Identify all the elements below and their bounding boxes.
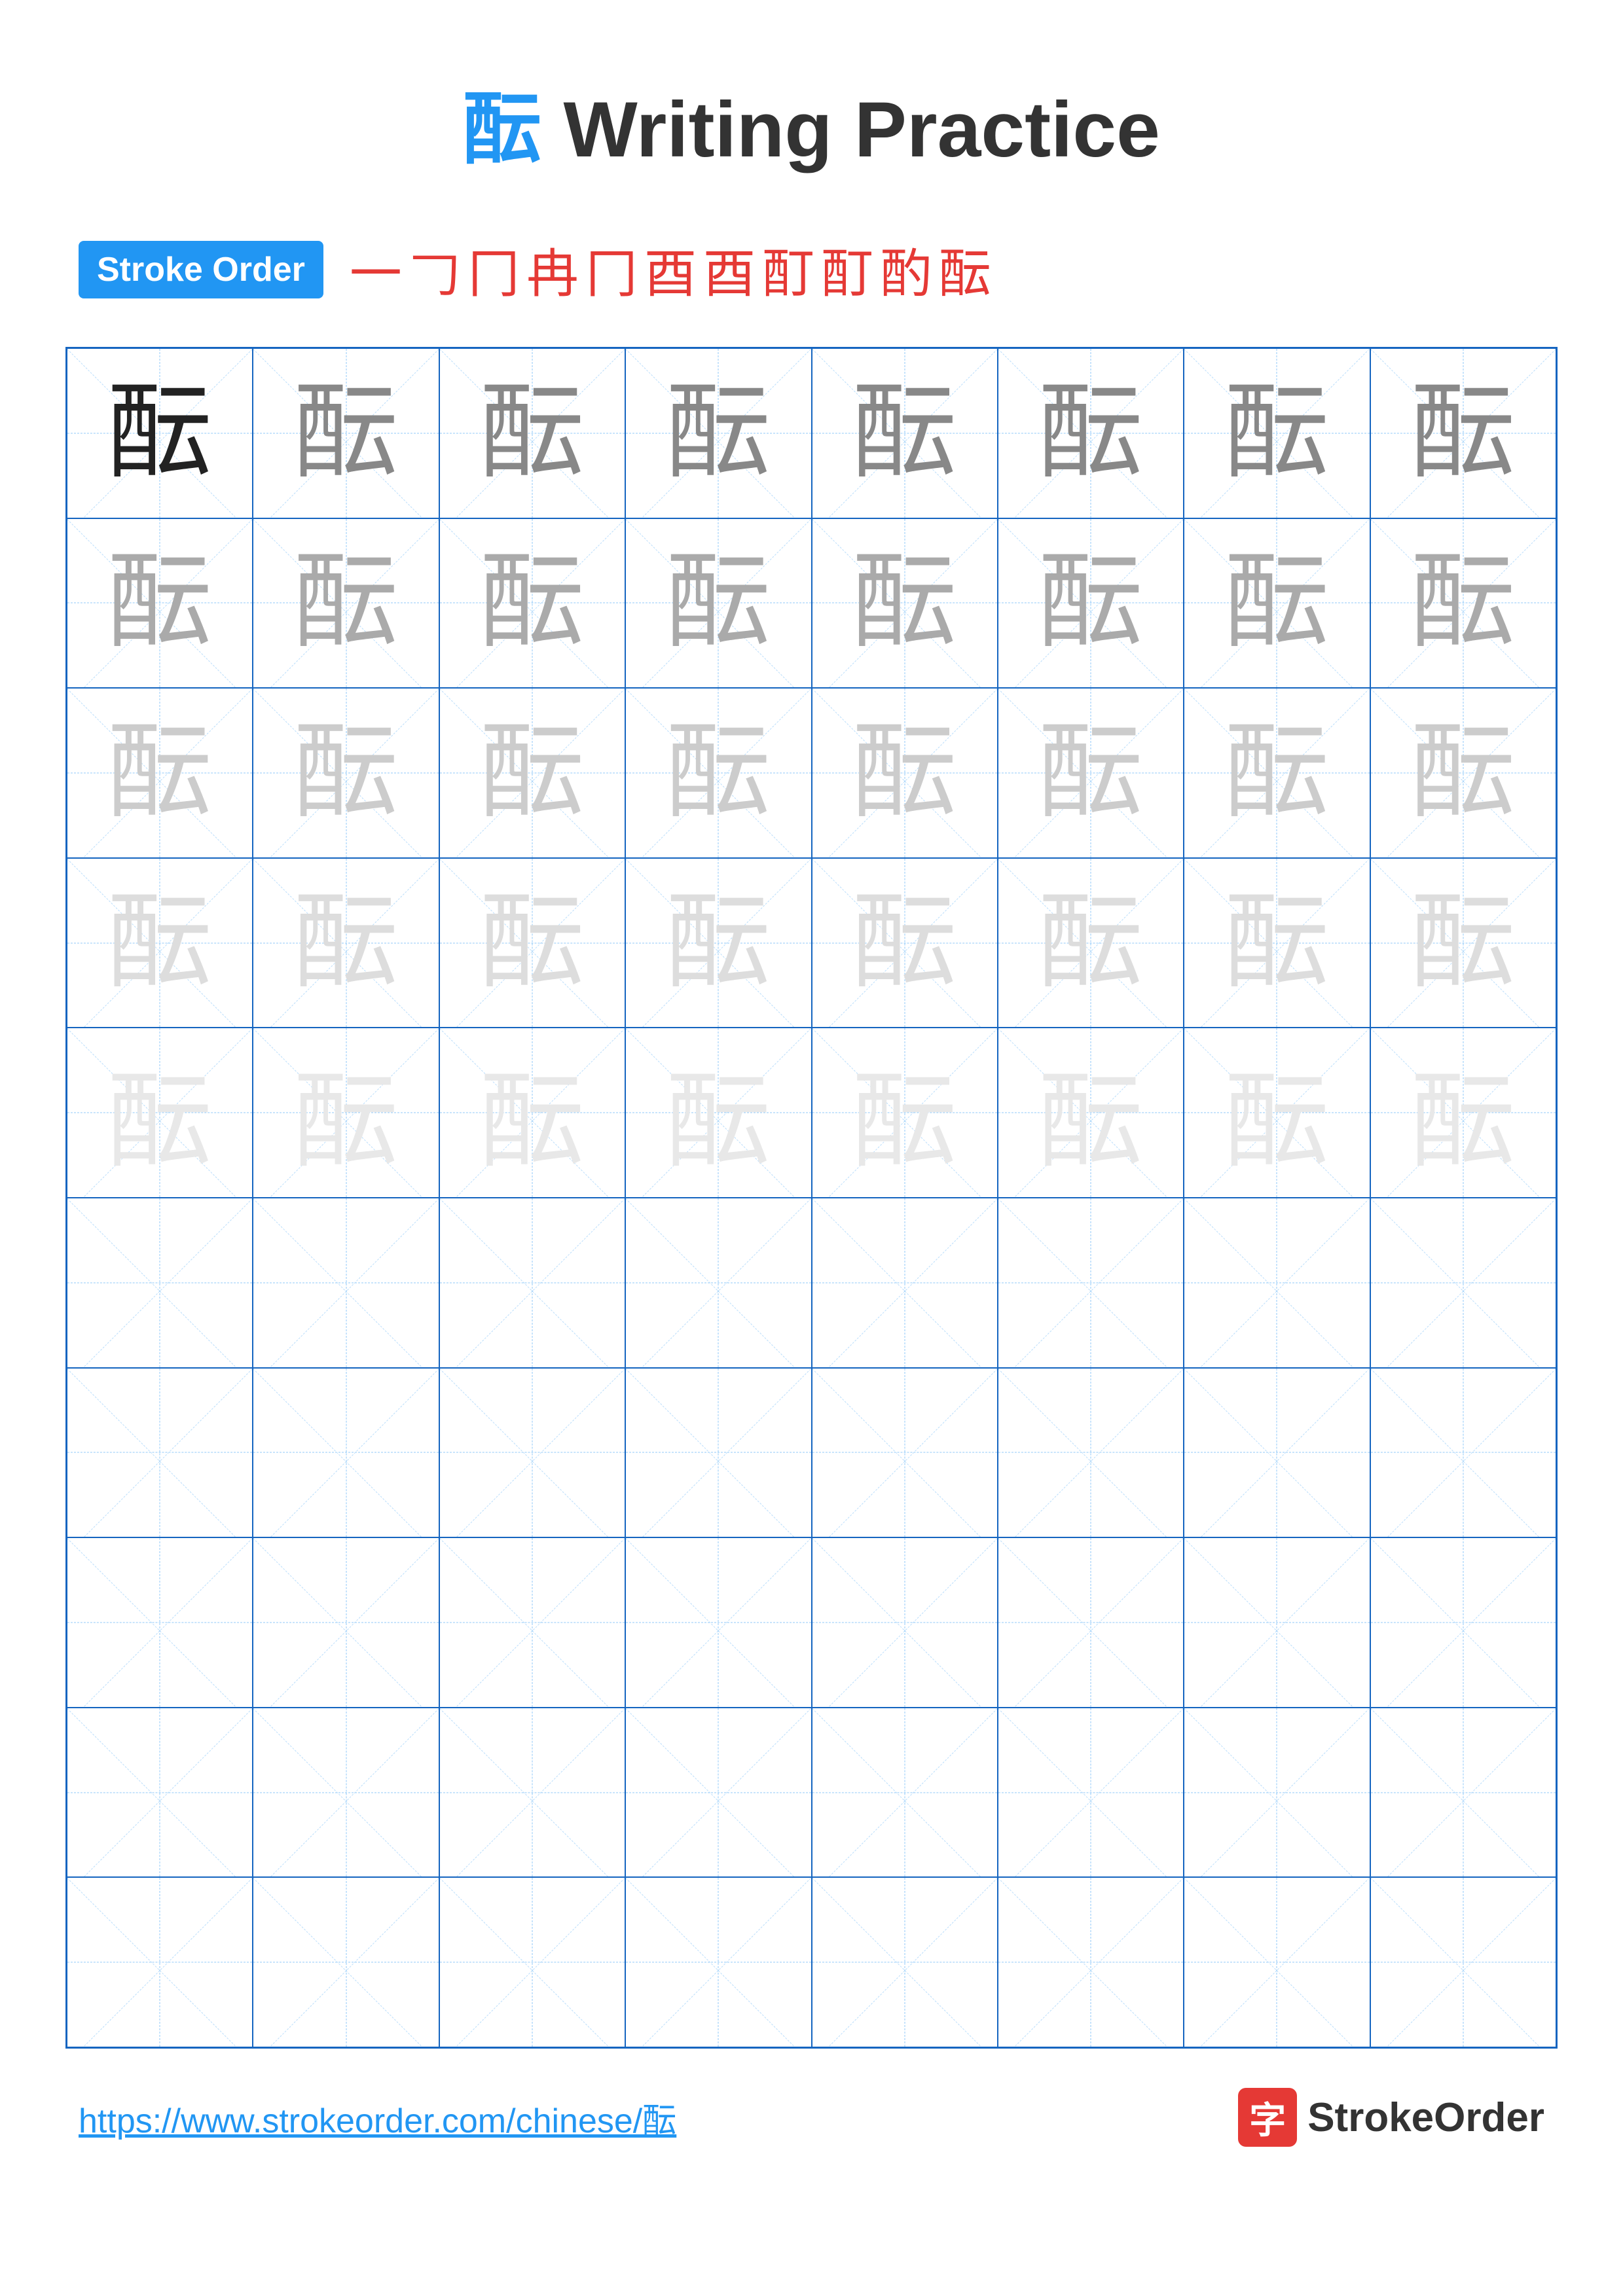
grid-cell: 酝 [439, 348, 625, 518]
grid-cell [1370, 1708, 1556, 1878]
footer-logo-text: StrokeOrder [1307, 2094, 1544, 2141]
grid-cell: 酝 [1370, 518, 1556, 689]
grid-cell [439, 1198, 625, 1368]
grid-cell [439, 1368, 625, 1538]
grid-cell: 酝 [1184, 348, 1370, 518]
grid-cell [439, 1537, 625, 1708]
grid-cell [67, 1877, 253, 2047]
footer-logo-icon: 字 [1238, 2088, 1297, 2147]
grid-cell: 酝 [998, 518, 1184, 689]
grid-cell [812, 1708, 998, 1878]
stroke-order-badge: Stroke Order [79, 241, 323, 298]
grid-cell [439, 1708, 625, 1878]
grid-cell [253, 1537, 439, 1708]
grid-cell [812, 1368, 998, 1538]
grid-cell: 酝 [812, 688, 998, 858]
grid-cell: 酝 [67, 858, 253, 1028]
grid-cell [1184, 1368, 1370, 1538]
stroke-order-row: Stroke Order 一 𠃌 冂 冉 冂 酉 酉 酊 酊 酌 酝 [65, 232, 1558, 308]
grid-cell [439, 1877, 625, 2047]
grid-cell [998, 1537, 1184, 1708]
grid-cell [253, 1877, 439, 2047]
grid-cell: 酝 [439, 1028, 625, 1198]
grid-cell: 酝 [67, 518, 253, 689]
grid-cell: 酝 [625, 858, 811, 1028]
grid-cell: 酝 [1370, 1028, 1556, 1198]
grid-cell: 酝 [253, 518, 439, 689]
page-title: 酝 Writing Practice [65, 65, 1558, 179]
grid-cell [253, 1368, 439, 1538]
grid-cell: 酝 [1184, 858, 1370, 1028]
grid-cell [1184, 1877, 1370, 2047]
grid-cell [998, 1877, 1184, 2047]
grid-cell: 酝 [998, 858, 1184, 1028]
grid-cell: 酝 [625, 518, 811, 689]
grid-cell [67, 1708, 253, 1878]
grid-cell [1370, 1877, 1556, 2047]
grid-cell [998, 1708, 1184, 1878]
grid-cell [998, 1368, 1184, 1538]
grid-cell: 酝 [253, 688, 439, 858]
grid-cell: 酝 [812, 348, 998, 518]
stroke-sequence: 一 𠃌 冂 冉 冂 酉 酉 酊 酊 酌 酝 [350, 232, 991, 308]
grid-cell: 酝 [812, 858, 998, 1028]
grid-cell: 酝 [1184, 518, 1370, 689]
grid-cell: 酝 [1184, 688, 1370, 858]
grid-cell: 酝 [1370, 858, 1556, 1028]
grid-cell: 酝 [439, 688, 625, 858]
grid-cell [998, 1198, 1184, 1368]
grid-cell [1370, 1537, 1556, 1708]
grid-cell [253, 1198, 439, 1368]
grid-cell [67, 1368, 253, 1538]
grid-cell [625, 1198, 811, 1368]
grid-cell: 酝 [812, 518, 998, 689]
grid-cell: 酝 [253, 348, 439, 518]
grid-cell [1184, 1708, 1370, 1878]
grid-cell: 酝 [998, 688, 1184, 858]
grid-cell: 酝 [67, 1028, 253, 1198]
grid-cell: 酝 [253, 1028, 439, 1198]
grid-cell: 酝 [67, 348, 253, 518]
grid-cell: 酝 [67, 688, 253, 858]
grid-cell [253, 1708, 439, 1878]
grid-cell: 酝 [439, 518, 625, 689]
footer-url[interactable]: https://www.strokeorder.com/chinese/酝 [79, 2093, 676, 2142]
grid-cell [625, 1877, 811, 2047]
grid-cell [67, 1198, 253, 1368]
grid-cell [1184, 1198, 1370, 1368]
grid-cell: 酝 [625, 348, 811, 518]
grid-cell: 酝 [625, 1028, 811, 1198]
footer: https://www.strokeorder.com/chinese/酝 字 … [65, 2088, 1558, 2147]
grid-cell [812, 1537, 998, 1708]
grid-cell: 酝 [998, 348, 1184, 518]
grid-cell [1370, 1368, 1556, 1538]
grid-cell: 酝 [1370, 688, 1556, 858]
grid-cell [1184, 1537, 1370, 1708]
footer-logo: 字 StrokeOrder [1238, 2088, 1544, 2147]
grid-cell: 酝 [812, 1028, 998, 1198]
grid-cell: 酝 [625, 688, 811, 858]
practice-grid: 酝 酝 酝 酝 酝 酝 酝 酝 酝 酝 酝 酝 [65, 347, 1558, 2049]
grid-cell [67, 1537, 253, 1708]
grid-cell: 酝 [1370, 348, 1556, 518]
grid-cell [625, 1537, 811, 1708]
grid-cell: 酝 [253, 858, 439, 1028]
grid-cell [812, 1198, 998, 1368]
grid-cell [1370, 1198, 1556, 1368]
grid-cell: 酝 [998, 1028, 1184, 1198]
grid-cell [812, 1877, 998, 2047]
grid-cell: 酝 [439, 858, 625, 1028]
grid-cell [625, 1368, 811, 1538]
grid-cell [625, 1708, 811, 1878]
grid-cell: 酝 [1184, 1028, 1370, 1198]
